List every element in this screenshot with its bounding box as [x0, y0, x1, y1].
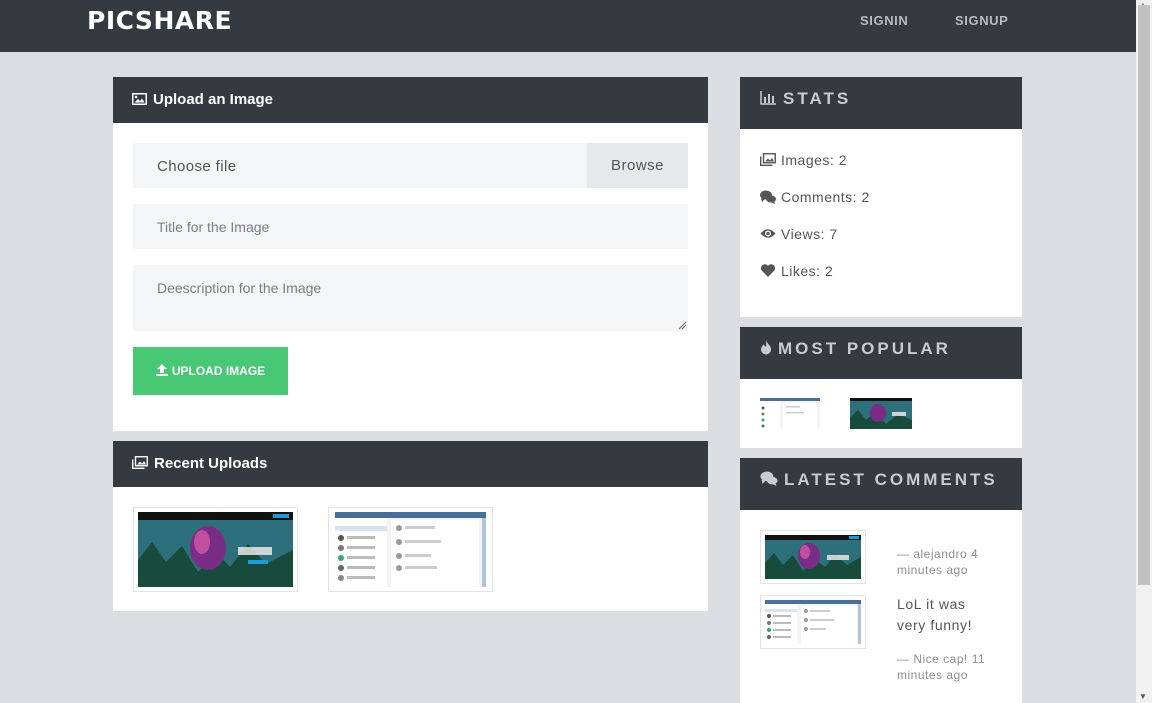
comment-meta: — alejandro 4 minutes ago [897, 547, 979, 577]
image-description-placeholder: Deescription for the Image [157, 280, 322, 296]
brand-logo[interactable]: PICSHARE [87, 6, 232, 35]
stat-views: Views: 7 [760, 226, 838, 242]
image-description-textarea[interactable]: Deescription for the Image [133, 265, 688, 331]
comment-image-thumbnail[interactable] [760, 530, 866, 584]
upload-image-button-label: UPLOAD IMAGE [171, 364, 266, 378]
stat-comments: Comments: 2 [760, 189, 870, 205]
latest-comments-title: LATEST COMMENTS [784, 470, 998, 489]
file-input-label: Choose file [157, 158, 237, 175]
upload-icon [155, 364, 168, 376]
upload-image-button[interactable]: UPLOAD IMAGE [133, 347, 288, 395]
comments-icon [760, 190, 776, 204]
most-popular-title: MOST POPULAR [778, 339, 951, 358]
app-screenshot-image [760, 398, 820, 429]
signup-link[interactable]: SIGNUP [955, 13, 1008, 28]
images-icon [132, 456, 148, 469]
game-banner-image [138, 512, 293, 587]
browse-button[interactable]: Browse [587, 143, 688, 188]
latest-comments-header: LATEST COMMENTS [740, 458, 1022, 510]
upload-card-title: Upload an Image [153, 91, 274, 108]
upload-card-header: Upload an Image [113, 77, 708, 123]
recent-upload-thumbnail[interactable] [328, 507, 493, 592]
page-scrollbar[interactable]: ▲ ▼ [1136, 0, 1152, 703]
game-banner-image [850, 398, 912, 429]
recent-uploads-card: Recent Uploads [113, 441, 708, 611]
stats-header: STATS [740, 77, 1022, 129]
comments-icon [760, 471, 778, 486]
eye-icon [760, 229, 776, 238]
recent-upload-thumbnail[interactable] [133, 507, 298, 592]
stat-views-text: Views: 7 [781, 226, 838, 242]
scrollbar-thumb[interactable] [1138, 5, 1150, 585]
upload-card: Upload an Image Choose file Browse Title… [113, 77, 708, 431]
images-icon [760, 153, 776, 166]
signin-link[interactable]: SIGNIN [860, 13, 908, 28]
app-screenshot-image [335, 512, 486, 587]
heart-icon [760, 264, 776, 277]
scroll-down-arrow-icon[interactable]: ▼ [1139, 692, 1147, 701]
navbar: PICSHARE SIGNIN SIGNUP [0, 0, 1136, 52]
stat-comments-text: Comments: 2 [781, 189, 870, 205]
popular-thumbnail[interactable] [850, 398, 912, 429]
stat-images-text: Images: 2 [781, 152, 847, 168]
most-popular-header: MOST POPULAR [740, 327, 1022, 379]
stats-title: STATS [783, 89, 852, 108]
comment-image-thumbnail[interactable] [760, 595, 866, 649]
recent-uploads-title: Recent Uploads [154, 455, 268, 472]
comment-text: LoL it was very funny! [897, 596, 973, 633]
resize-handle-icon[interactable] [678, 321, 687, 330]
comment-meta: — Nice cap! 11 minutes ago [897, 652, 986, 682]
stat-likes: Likes: 2 [760, 263, 833, 279]
stat-likes-text: Likes: 2 [781, 263, 834, 279]
file-input[interactable]: Choose file Browse [133, 143, 688, 188]
bar-chart-icon [760, 91, 776, 105]
stats-card: STATS Images: 2 Comments: 2 Views: 7 Lik… [740, 77, 1022, 317]
recent-uploads-header: Recent Uploads [113, 441, 708, 487]
image-title-input[interactable]: Title for the Image [133, 204, 688, 249]
image-title-placeholder: Title for the Image [157, 219, 270, 235]
popular-thumbnail[interactable] [760, 398, 820, 429]
game-banner-image [765, 535, 861, 579]
latest-comments-card: LATEST COMMENTS — alejandro 4 minutes ag… [740, 458, 1022, 703]
fire-icon [761, 340, 771, 355]
app-screenshot-image [765, 600, 861, 644]
stat-images: Images: 2 [760, 152, 847, 168]
most-popular-card: MOST POPULAR [740, 327, 1022, 448]
image-icon [132, 93, 147, 105]
